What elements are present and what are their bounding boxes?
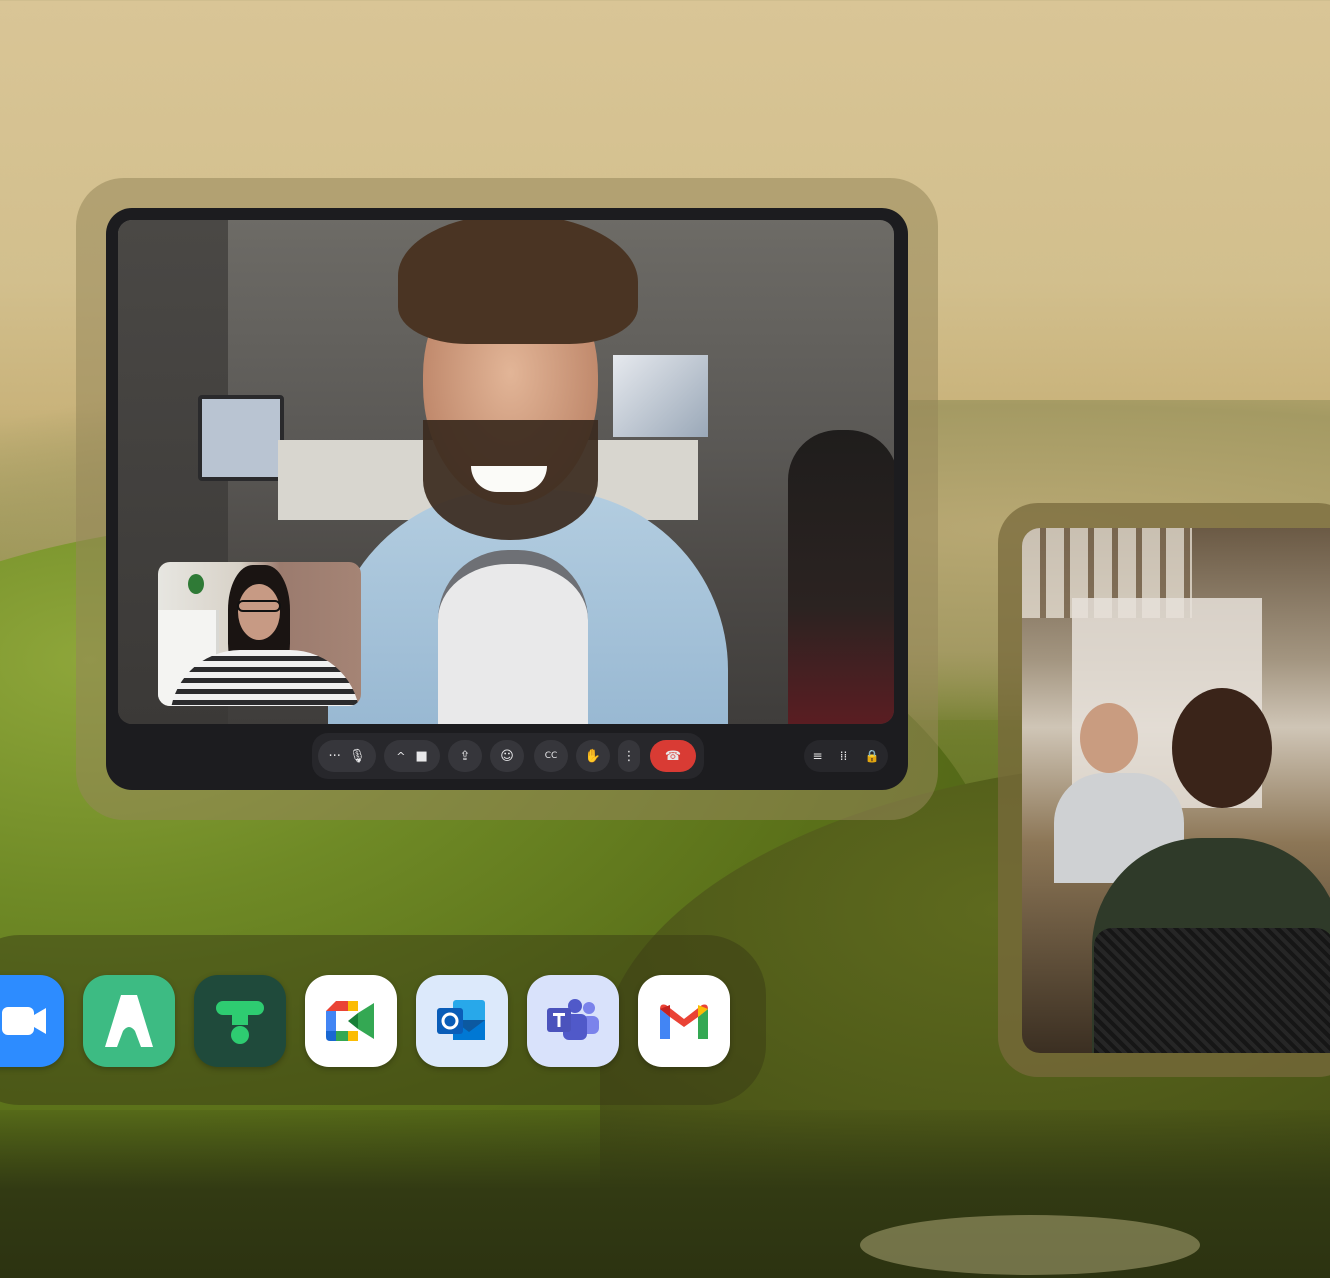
chevron-up-icon[interactable]: ^ — [396, 750, 405, 763]
background-monitor — [198, 395, 284, 481]
end-call-icon: ☎ — [664, 748, 682, 764]
reactions-button[interactable]: ☺ — [490, 740, 524, 772]
outlook-app-icon[interactable] — [416, 975, 508, 1067]
glasses — [237, 600, 281, 612]
side-controls: ≡ ⁞⁞ 🔒 — [804, 740, 888, 772]
vertical-more-icon: ⋮ — [622, 748, 636, 764]
google-meet-app-icon[interactable] — [305, 975, 397, 1067]
camera-group[interactable]: ^ ■ — [384, 740, 440, 772]
mic-group[interactable]: ··· 🎙 — [318, 740, 376, 772]
host-controls-icon[interactable]: 🔒 — [864, 749, 879, 763]
avoma-app-icon[interactable] — [83, 975, 175, 1067]
microphone-icon[interactable]: 🎙 — [349, 749, 366, 764]
self-view-video[interactable] — [158, 562, 361, 706]
teams-app-icon[interactable] — [527, 975, 619, 1067]
captions-button[interactable]: CC — [534, 740, 568, 772]
call-controls-bar: ··· 🎙 ^ ■ ⇪ ☺ CC ✋ ⋮ ☎ — [312, 733, 704, 779]
fireflies-app-icon[interactable] — [194, 975, 286, 1067]
camera-icon[interactable]: ■ — [415, 749, 427, 764]
raise-hand-button[interactable]: ✋ — [576, 740, 610, 772]
raise-hand-icon: ✋ — [584, 748, 602, 764]
chat-icon[interactable]: ≡ — [813, 749, 823, 763]
background-person — [788, 430, 894, 724]
captions-icon: CC — [544, 751, 558, 761]
main-participant-video[interactable] — [118, 220, 894, 724]
meeting-room-video — [1022, 528, 1330, 1053]
pond — [860, 1215, 1200, 1275]
end-call-button[interactable]: ☎ — [650, 740, 696, 772]
more-options-icon[interactable]: ··· — [329, 749, 341, 764]
plant — [188, 574, 204, 594]
present-screen-icon: ⇪ — [459, 748, 471, 764]
zoom-app-icon[interactable] — [0, 975, 64, 1067]
video-call-window: ··· 🎙 ^ ■ ⇪ ☺ CC ✋ ⋮ ☎ ≡ ⁞⁞ 🔒 — [106, 208, 908, 790]
office-chair — [1094, 928, 1330, 1053]
more-options-button[interactable]: ⋮ — [618, 740, 640, 772]
gmail-app-icon[interactable] — [638, 975, 730, 1067]
activities-icon[interactable]: ⁞⁞ — [840, 749, 848, 763]
emoji-icon: ☺ — [500, 748, 514, 764]
present-screen-button[interactable]: ⇪ — [448, 740, 482, 772]
